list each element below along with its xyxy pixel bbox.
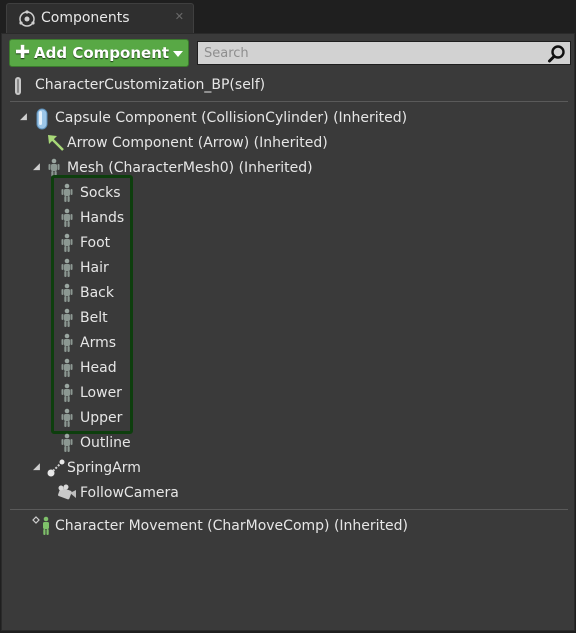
add-component-label: Add Component: [34, 44, 170, 62]
plus-icon: ✚: [14, 42, 31, 63]
tree-item-label: Socks: [80, 185, 121, 201]
tree-item-lower[interactable]: Lower: [2, 382, 562, 406]
tree-item-capsule[interactable]: ◢ Capsule Component (CollisionCylinder) …: [2, 107, 562, 131]
components-panel: ✚ Add Component CharacterCustomization_B…: [1, 33, 575, 631]
tree-item-socks[interactable]: Socks: [2, 182, 562, 206]
tree-item-label: Belt: [80, 310, 108, 326]
movement-icon: [31, 516, 55, 540]
self-label: CharacterCustomization_BP(self): [35, 77, 266, 93]
search-input[interactable]: [198, 42, 544, 64]
components-icon: [16, 10, 38, 32]
tree-item-upper[interactable]: Upper: [2, 407, 562, 431]
skeletal-mesh-icon: [60, 433, 74, 457]
tree-item-head[interactable]: Head: [2, 357, 562, 381]
components-tab[interactable]: Components ✕: [6, 3, 194, 33]
tree-item-label: Head: [80, 360, 117, 376]
character-movement-row[interactable]: Character Movement (CharMoveComp) (Inher…: [2, 515, 562, 539]
camera-icon: [56, 483, 78, 507]
arrow-icon: [46, 133, 66, 157]
toolbar: ✚ Add Component: [2, 34, 574, 74]
tree-item-arms[interactable]: Arms: [2, 332, 562, 356]
tree-item-label: Capsule Component (CollisionCylinder) (I…: [55, 110, 408, 126]
tree-item-label: Arrow Component (Arrow) (Inherited): [67, 135, 328, 151]
dropdown-icon: [173, 44, 184, 62]
tree-item-label: Foot: [80, 235, 111, 251]
skeletal-mesh-icon: [60, 183, 74, 207]
divider: [10, 509, 568, 510]
tree-item-label: Back: [80, 285, 114, 301]
search-icon[interactable]: [547, 44, 567, 68]
expand-arrow-icon[interactable]: ◢: [33, 162, 40, 172]
expand-arrow-icon[interactable]: ◢: [33, 462, 40, 472]
tree-item-label: Lower: [80, 385, 122, 401]
skeletal-mesh-icon: [60, 208, 74, 232]
tree-item-hair[interactable]: Hair: [2, 257, 562, 281]
tree-item-label: SpringArm: [67, 460, 141, 476]
skeletal-mesh-icon: [60, 308, 74, 332]
tree-item-label: Outline: [80, 435, 131, 451]
tree-item-label: Mesh (CharacterMesh0) (Inherited): [67, 160, 313, 176]
tree-item-label: Arms: [80, 335, 117, 351]
skeletal-mesh-icon: [60, 408, 74, 432]
tree-item-spring-arm[interactable]: ◢ SpringArm: [2, 457, 562, 481]
tree-item-label: Upper: [80, 410, 123, 426]
skeletal-mesh-icon: [60, 333, 74, 357]
skeletal-mesh-icon: [60, 258, 74, 282]
skeletal-mesh-icon: [60, 283, 74, 307]
search-box: [197, 41, 571, 65]
spring-arm-icon: [46, 458, 66, 482]
self-component-row[interactable]: CharacterCustomization_BP(self): [2, 75, 574, 99]
capsule-icon: [34, 108, 50, 134]
pawn-icon: [12, 76, 24, 100]
skeletal-mesh-icon: [60, 383, 74, 407]
add-component-button[interactable]: ✚ Add Component: [9, 39, 189, 67]
tree-item-label: Hands: [80, 210, 125, 226]
divider: [10, 101, 568, 102]
tree-item-foot[interactable]: Foot: [2, 232, 562, 256]
movement-label: Character Movement (CharMoveComp) (Inher…: [55, 518, 408, 534]
tree-item-mesh[interactable]: ◢ Mesh (CharacterMesh0) (Inherited): [2, 157, 562, 181]
skeletal-mesh-icon: [47, 158, 61, 182]
skeletal-mesh-icon: [60, 233, 74, 257]
tree-item-belt[interactable]: Belt: [2, 307, 562, 331]
tree-item-arrow[interactable]: Arrow Component (Arrow) (Inherited): [2, 132, 562, 156]
tree-item-hands[interactable]: Hands: [2, 207, 562, 231]
tree-item-label: FollowCamera: [80, 485, 179, 501]
skeletal-mesh-icon: [60, 358, 74, 382]
tab-title: Components: [41, 10, 130, 26]
close-icon[interactable]: ✕: [175, 10, 184, 23]
tree-item-outline[interactable]: Outline: [2, 432, 562, 456]
expand-arrow-icon[interactable]: ◢: [20, 112, 27, 122]
tree-item-follow-camera[interactable]: FollowCamera: [2, 482, 562, 506]
tree-item-label: Hair: [80, 260, 109, 276]
tree-item-back[interactable]: Back: [2, 282, 562, 306]
